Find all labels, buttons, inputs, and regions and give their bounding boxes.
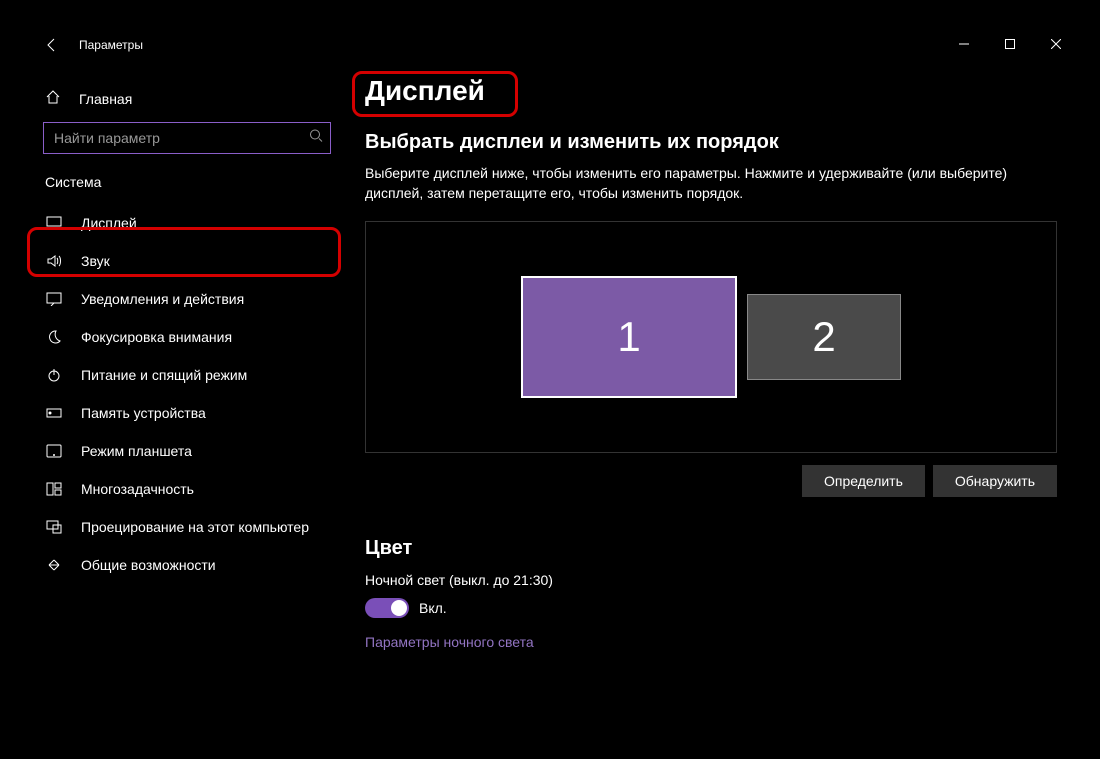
sidebar-item-label: Режим планшета (81, 443, 192, 459)
sidebar-item-multitasking[interactable]: Многозадачность (29, 470, 345, 508)
night-light-toggle[interactable] (365, 598, 409, 618)
search-input[interactable] (43, 122, 331, 154)
sidebar-item-label: Память устройства (81, 405, 206, 421)
home-nav[interactable]: Главная (29, 79, 345, 118)
sidebar-item-focus[interactable]: Фокусировка внимания (29, 318, 345, 356)
sidebar-item-label: Многозадачность (81, 481, 194, 497)
projecting-icon (45, 518, 63, 536)
tablet-icon (45, 442, 63, 460)
rearrange-description: Выберите дисплей ниже, чтобы изменить ег… (365, 164, 1065, 221)
sidebar-item-notifications[interactable]: Уведомления и действия (29, 280, 345, 318)
toggle-knob (391, 600, 407, 616)
window-title: Параметры (79, 38, 143, 52)
sidebar-item-projecting[interactable]: Проецирование на этот компьютер (29, 508, 345, 546)
rearrange-heading: Выбрать дисплеи и изменить их порядок (365, 125, 1065, 164)
sidebar-item-label: Общие возможности (81, 557, 216, 573)
notifications-icon (45, 290, 63, 308)
sidebar-item-storage[interactable]: Память устройства (29, 394, 345, 432)
sidebar-item-shared[interactable]: Общие возможности (29, 546, 345, 584)
sidebar-item-label: Дисплей (81, 215, 137, 231)
section-label: Система (29, 164, 345, 204)
sidebar-item-label: Звук (81, 253, 110, 269)
multitasking-icon (45, 480, 63, 498)
toggle-state-label: Вкл. (419, 600, 447, 616)
shared-icon (45, 556, 63, 574)
sound-icon (45, 252, 63, 270)
identify-button[interactable]: Определить (802, 465, 925, 497)
sidebar-item-sound[interactable]: Звук (29, 242, 345, 280)
sidebar-item-label: Питание и спящий режим (81, 367, 247, 383)
monitor-2[interactable]: 2 (747, 294, 901, 380)
color-heading: Цвет (365, 497, 1065, 572)
power-icon (45, 366, 63, 384)
sidebar-item-label: Фокусировка внимания (81, 329, 232, 345)
sidebar-item-tablet[interactable]: Режим планшета (29, 432, 345, 470)
sidebar-item-display[interactable]: Дисплей (29, 204, 345, 242)
maximize-button[interactable] (987, 29, 1033, 59)
sidebar-item-power[interactable]: Питание и спящий режим (29, 356, 345, 394)
home-icon (45, 89, 61, 108)
back-button[interactable] (43, 36, 61, 54)
display-arrange-area[interactable]: 1 2 (365, 221, 1057, 453)
sidebar-item-label: Уведомления и действия (81, 291, 244, 307)
monitor-1[interactable]: 1 (521, 276, 737, 398)
close-button[interactable] (1033, 29, 1079, 59)
night-light-settings-link[interactable]: Параметры ночного света (365, 618, 1065, 650)
night-light-label: Ночной свет (выкл. до 21:30) (365, 572, 1065, 598)
search-icon (309, 129, 323, 148)
display-icon (45, 214, 63, 232)
home-label: Главная (79, 91, 132, 107)
page-title: Дисплей (365, 73, 1065, 125)
detect-button[interactable]: Обнаружить (933, 465, 1057, 497)
minimize-button[interactable] (941, 29, 987, 59)
storage-icon (45, 404, 63, 422)
focus-icon (45, 328, 63, 346)
sidebar-item-label: Проецирование на этот компьютер (81, 519, 309, 535)
